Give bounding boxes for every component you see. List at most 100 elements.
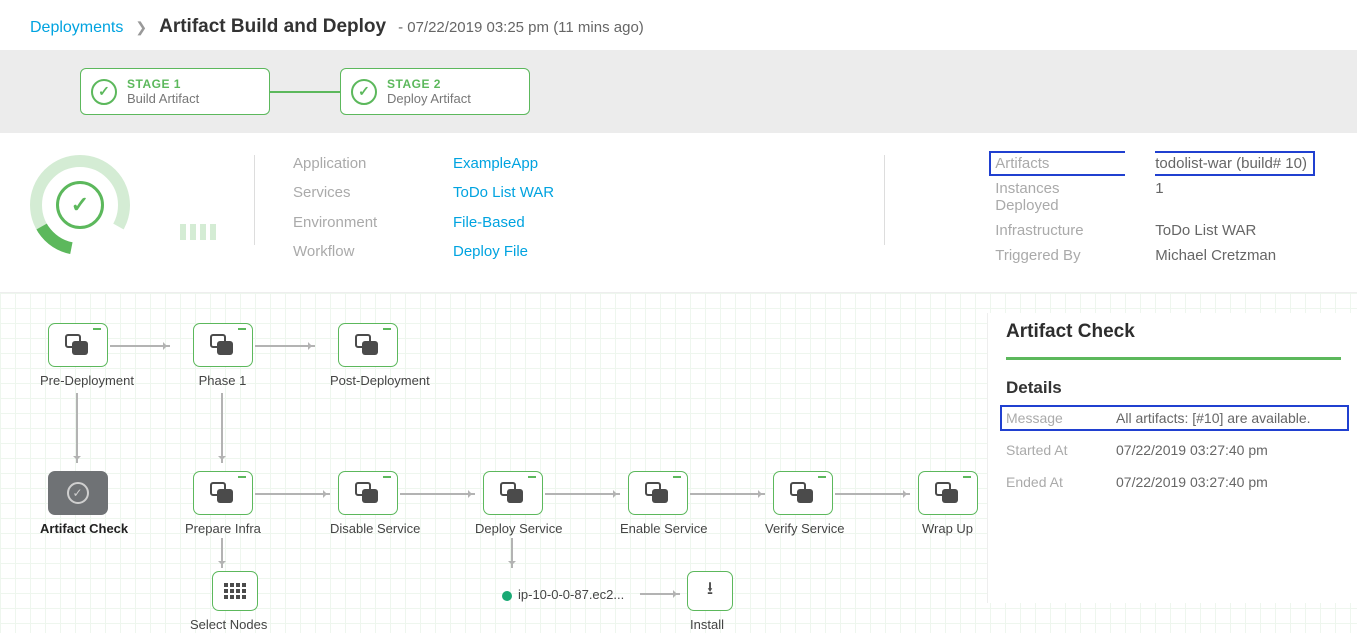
node-label: Enable Service <box>620 521 695 536</box>
detail-ended-key: Ended At <box>1006 474 1116 490</box>
services-key: Services <box>293 184 423 205</box>
arrow-icon <box>110 345 170 347</box>
node-artifact-check[interactable]: ✓ Artifact Check <box>40 471 115 536</box>
mini-chart-icon <box>180 199 216 264</box>
workflow-canvas[interactable]: Pre-Deployment Phase 1 Post-Deployment ✓… <box>30 313 967 603</box>
breadcrumb-root-link[interactable]: Deployments <box>30 19 123 37</box>
stack-icon <box>355 482 381 504</box>
stage-num: STAGE 1 <box>127 77 199 91</box>
stack-icon <box>65 334 91 356</box>
breadcrumb: Deployments ❯ Artifact Build and Deploy … <box>0 0 1357 50</box>
triggered-by-key: Triggered By <box>995 247 1125 264</box>
arrow-icon <box>545 493 620 495</box>
arrow-icon <box>221 538 223 568</box>
workflow-link[interactable]: Deploy File <box>453 243 554 264</box>
node-label: Artifact Check <box>40 521 115 536</box>
artifacts-key: Artifacts <box>989 151 1125 176</box>
detail-message-key: Message <box>1000 405 1116 431</box>
node-label: Post-Deployment <box>330 373 405 388</box>
deployment-summary: ✓ Application ExampleApp Services ToDo L… <box>0 133 1357 293</box>
detail-ended-value: 07/22/2019 03:27:40 pm <box>1116 474 1341 490</box>
stage-pill-1[interactable]: ✓ STAGE 1 Build Artifact <box>80 68 270 115</box>
node-label: Deploy Service <box>475 521 550 536</box>
summary-left-block: Application ExampleApp Services ToDo Lis… <box>293 155 554 264</box>
node-post-deployment[interactable]: Post-Deployment <box>330 323 405 388</box>
node-label: Wrap Up <box>910 521 985 536</box>
arrow-icon <box>76 393 78 463</box>
node-prepare-infra[interactable]: Prepare Infra <box>185 471 260 536</box>
stack-icon <box>790 482 816 504</box>
check-circle-icon: ✓ <box>91 79 117 105</box>
workflow-key: Workflow <box>293 243 423 264</box>
stage-name: Deploy Artifact <box>387 91 471 106</box>
instances-value: 1 <box>1155 180 1307 214</box>
node-phase-1[interactable]: Phase 1 <box>185 323 260 388</box>
stack-icon <box>210 334 236 356</box>
node-disable-service[interactable]: Disable Service <box>330 471 405 536</box>
detail-started-key: Started At <box>1006 442 1116 458</box>
node-install[interactable]: ⭳ Install <box>685 571 735 632</box>
progress-ring-icon: ✓ <box>30 155 130 255</box>
chevron-right-icon: ❯ <box>135 19 147 36</box>
node-label: Pre-Deployment <box>40 373 115 388</box>
node-verify-service[interactable]: Verify Service <box>765 471 840 536</box>
application-key: Application <box>293 155 423 176</box>
node-label: Prepare Infra <box>185 521 260 536</box>
node-select-nodes[interactable]: Select Nodes <box>210 571 260 632</box>
stack-icon <box>210 482 236 504</box>
instance-ip: ip-10-0-0-87.ec2... <box>518 587 624 602</box>
triggered-by-value: Michael Cretzman <box>1155 247 1307 264</box>
detail-started-value: 07/22/2019 03:27:40 pm <box>1116 442 1341 458</box>
arrow-icon <box>400 493 475 495</box>
artifacts-value: todolist-war (build# 10) <box>1155 151 1315 176</box>
arrow-icon <box>640 593 680 595</box>
divider <box>884 155 885 245</box>
divider <box>254 155 255 245</box>
status-dot-icon <box>502 591 512 601</box>
node-label: Install <box>679 617 735 632</box>
infrastructure-key: Infrastructure <box>995 222 1125 239</box>
panel-title: Artifact Check <box>1006 317 1341 360</box>
workflow-area: Pre-Deployment Phase 1 Post-Deployment ✓… <box>0 293 1357 633</box>
arrow-icon <box>221 393 223 463</box>
node-deploy-service[interactable]: Deploy Service <box>475 471 550 536</box>
detail-message-value: All artifacts: [#10] are available. <box>1116 405 1349 431</box>
page-timestamp: - 07/22/2019 03:25 pm (11 mins ago) <box>398 19 644 36</box>
grid-icon <box>224 583 246 599</box>
check-circle-icon: ✓ <box>67 482 89 504</box>
environment-key: Environment <box>293 214 423 235</box>
application-link[interactable]: ExampleApp <box>453 155 554 176</box>
stack-icon <box>645 482 671 504</box>
check-circle-icon: ✓ <box>351 79 377 105</box>
instances-key: Instances Deployed <box>995 180 1125 214</box>
download-icon: ⭳ <box>707 576 713 606</box>
stage-name: Build Artifact <box>127 91 199 106</box>
node-pre-deployment[interactable]: Pre-Deployment <box>40 323 115 388</box>
node-wrap-up[interactable]: Wrap Up <box>910 471 985 536</box>
summary-right-block: Artifacts todolist-war (build# 10) Insta… <box>995 155 1307 264</box>
node-label: Select Nodes <box>190 617 260 632</box>
instance-chip[interactable]: ip-10-0-0-87.ec2... <box>502 587 624 602</box>
stage-pill-2[interactable]: ✓ STAGE 2 Deploy Artifact <box>340 68 530 115</box>
stack-icon <box>500 482 526 504</box>
stack-icon <box>355 334 381 356</box>
details-panel: Artifact Check Details Message All artif… <box>987 313 1357 603</box>
node-label: Phase 1 <box>185 373 260 388</box>
arrow-icon <box>255 345 315 347</box>
page-title: Artifact Build and Deploy <box>159 16 386 38</box>
infrastructure-value: ToDo List WAR <box>1155 222 1307 239</box>
node-label: Verify Service <box>765 521 840 536</box>
node-enable-service[interactable]: Enable Service <box>620 471 695 536</box>
stage-bar: ✓ STAGE 1 Build Artifact ✓ STAGE 2 Deplo… <box>0 50 1357 133</box>
stage-connector <box>270 91 340 93</box>
arrow-icon <box>690 493 765 495</box>
node-label: Disable Service <box>330 521 405 536</box>
arrow-icon <box>835 493 910 495</box>
stack-icon <box>935 482 961 504</box>
environment-link[interactable]: File-Based <box>453 214 554 235</box>
arrow-icon <box>511 538 513 568</box>
stage-num: STAGE 2 <box>387 77 471 91</box>
arrow-icon <box>255 493 330 495</box>
services-link[interactable]: ToDo List WAR <box>453 184 554 205</box>
panel-section-title: Details <box>1006 378 1341 398</box>
